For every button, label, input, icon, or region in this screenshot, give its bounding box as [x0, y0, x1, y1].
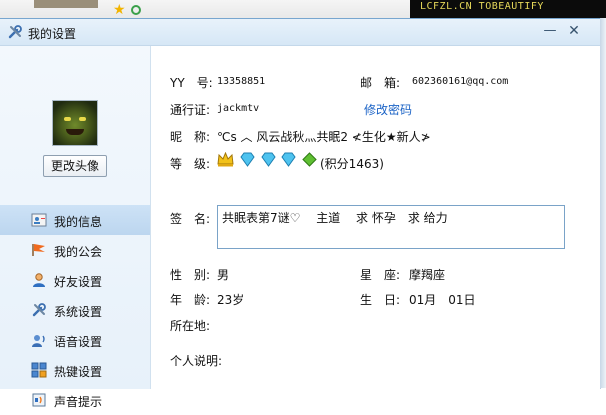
background-thumbnail — [34, 0, 98, 8]
user-icon — [33, 273, 45, 287]
settings-window: 我的设置 — ✕ 更改头像 我的信息 我的公会 好友设置 系统设置 语音设置 热… — [0, 18, 600, 409]
minimize-button[interactable]: — — [541, 23, 559, 39]
level-label: 等 级: — [170, 157, 211, 171]
sidebar-item-label: 系统设置 — [54, 305, 103, 319]
sidebar-item-hotkey-settings[interactable]: 热键设置 — [0, 355, 150, 385]
yy-number-value: 13358851 — [217, 76, 266, 87]
tools-icon — [32, 303, 46, 317]
email-value: 602360161@qq.com — [412, 76, 509, 87]
flag-icon — [32, 244, 45, 256]
zodiac-label: 星 座: — [360, 268, 401, 282]
title-bar[interactable]: 我的设置 — ✕ — [0, 19, 600, 46]
nickname-value: ℃s ︿ 风云战秋灬共眠2 ≮生化★新人≯ — [217, 130, 431, 144]
birthday-value: 01月 01日 — [409, 293, 476, 307]
sidebar-item-label: 我的公会 — [54, 245, 103, 259]
points-value: (积分1463) — [320, 157, 384, 171]
sidebar-item-label: 好友设置 — [54, 275, 103, 289]
diamond-icon — [261, 152, 276, 167]
passport-label: 通行证: — [170, 103, 211, 117]
sidebar-item-label: 声音提示 — [54, 395, 103, 409]
settings-menu: 我的信息 我的公会 好友设置 系统设置 语音设置 热键设置 声音提示 — [0, 205, 150, 415]
gender-label: 性 别: — [170, 268, 211, 282]
sound-icon — [32, 393, 46, 407]
zodiac-value: 摩羯座 — [409, 268, 446, 282]
sidebar: 更改头像 我的信息 我的公会 好友设置 系统设置 语音设置 热键设置 声音提示 — [0, 46, 151, 409]
profile-panel: YY 号: 13358851 邮 箱: 602360161@qq.com 通行证… — [150, 46, 600, 389]
leaf-icon — [302, 152, 318, 167]
background-watermark: LCFZL.CN TOBEAUTIFY — [420, 1, 544, 12]
passport-value: jackmtv — [217, 103, 260, 114]
status-ring-icon — [131, 5, 141, 15]
sidebar-item-friend-settings[interactable]: 好友设置 — [0, 265, 150, 295]
birthday-label: 生 日: — [360, 293, 401, 307]
diamond-icon — [281, 152, 297, 167]
age-value: 23岁 — [217, 293, 245, 307]
sidebar-item-my-info[interactable]: 我的信息 — [0, 205, 150, 235]
sidebar-item-my-guild[interactable]: 我的公会 — [0, 235, 150, 265]
location-label: 所在地: — [170, 319, 211, 333]
sidebar-item-sound-alerts[interactable]: 声音提示 — [0, 385, 150, 415]
email-label: 邮 箱: — [360, 76, 401, 90]
star-icon: ★ — [113, 2, 126, 18]
change-avatar-button[interactable]: 更改头像 — [43, 155, 107, 177]
window-title: 我的设置 — [28, 27, 77, 41]
diamond-icon — [240, 152, 255, 167]
background-window-strip: ★ LCFZL.CN TOBEAUTIFY — [0, 0, 606, 19]
sidebar-item-system-settings[interactable]: 系统设置 — [0, 295, 150, 325]
tools-icon — [8, 25, 22, 39]
level-badges — [217, 152, 319, 167]
age-label: 年 龄: — [170, 293, 211, 307]
avatar — [52, 100, 98, 146]
sidebar-item-label: 语音设置 — [54, 335, 103, 349]
signature-field[interactable]: 共眠表第7谜♡ 主道 求 怀孕 求 给力 — [217, 205, 565, 249]
yy-number-label: YY 号: — [170, 76, 213, 90]
signature-label: 签 名: — [170, 212, 211, 226]
id-card-icon — [31, 213, 47, 227]
voice-icon — [32, 335, 45, 347]
keyboard-icon — [31, 362, 47, 378]
bio-label: 个人说明: — [170, 354, 223, 368]
gender-value: 男 — [217, 268, 230, 282]
crown-icon — [217, 152, 234, 167]
sidebar-item-label: 我的信息 — [54, 215, 103, 229]
close-button[interactable]: ✕ — [565, 23, 583, 39]
change-password-link[interactable]: 修改密码 — [364, 101, 412, 118]
sidebar-item-voice-settings[interactable]: 语音设置 — [0, 325, 150, 355]
window-edge — [600, 18, 606, 388]
nickname-label: 昵 称: — [170, 130, 211, 144]
sidebar-item-label: 热键设置 — [54, 365, 103, 379]
